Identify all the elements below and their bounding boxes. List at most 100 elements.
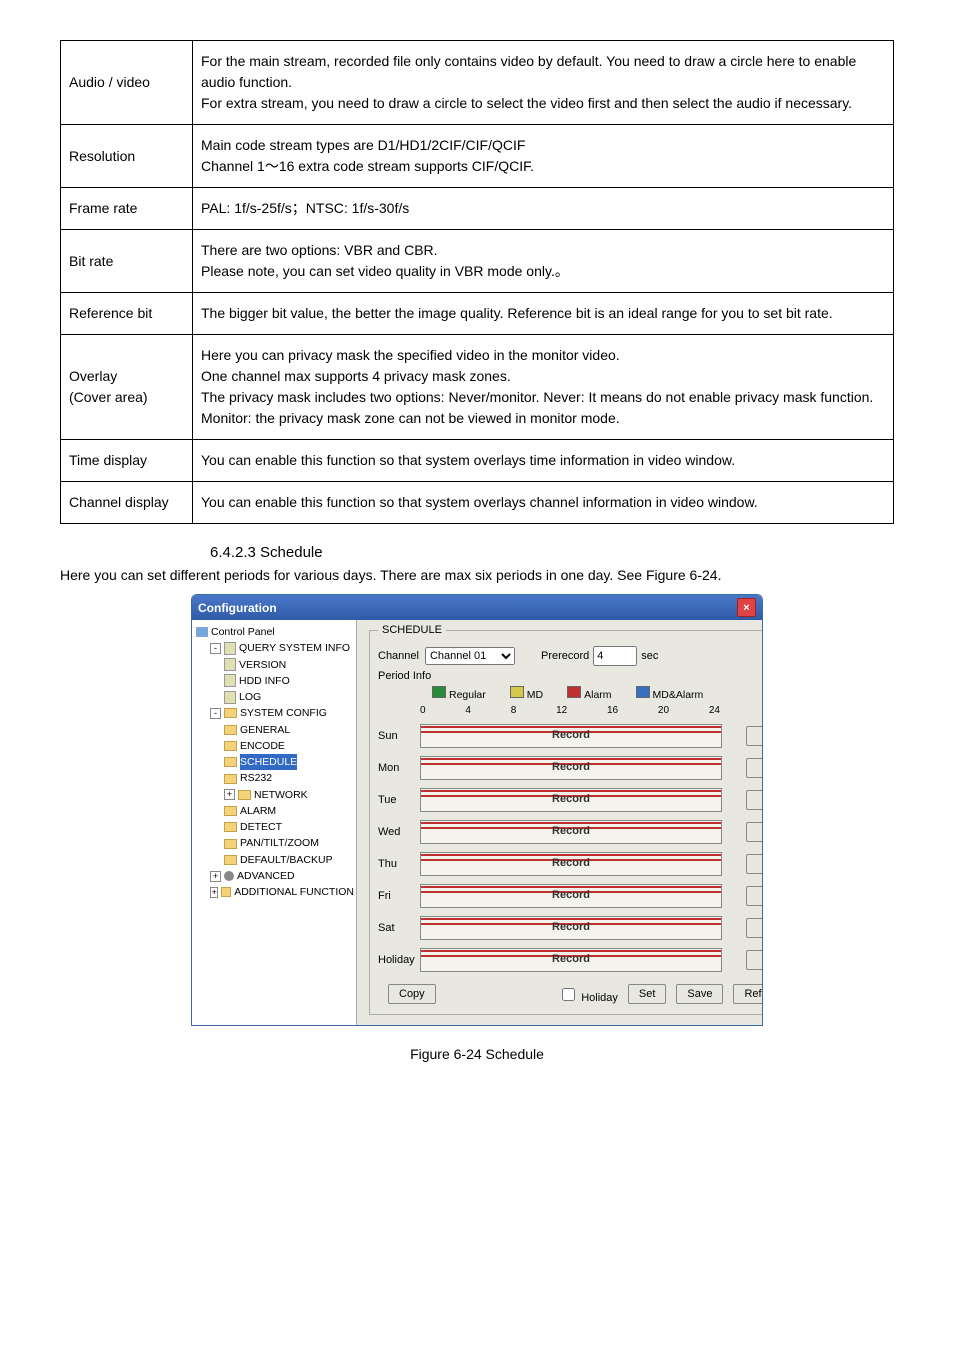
set-button[interactable]: Set: [746, 758, 763, 778]
tree-item-schedule[interactable]: SCHEDULE: [196, 754, 354, 770]
tree-item[interactable]: ALARM: [196, 803, 354, 819]
folder-icon: [224, 708, 237, 718]
day-label: Holiday: [378, 954, 420, 966]
copy-button[interactable]: Copy: [388, 984, 436, 1004]
prerecord-unit: sec: [641, 650, 658, 662]
day-timeline[interactable]: Record: [420, 948, 722, 972]
md-swatch-icon: [510, 686, 524, 698]
set-button[interactable]: Set: [746, 918, 763, 938]
row-label: Reference bit: [61, 293, 193, 335]
day-row: FriRecordSet: [378, 884, 763, 908]
alarm-swatch-icon: [567, 686, 581, 698]
channel-label: Channel: [378, 650, 419, 662]
folder-icon: [224, 839, 237, 849]
day-row: SunRecord Set: [378, 724, 763, 748]
tree-group-additional[interactable]: +ADDITIONAL FUNCTION: [196, 884, 354, 900]
page-icon: [224, 674, 236, 687]
set-button[interactable]: Set: [746, 950, 763, 970]
folder-icon: [221, 887, 231, 897]
day-timeline[interactable]: Record: [420, 788, 722, 812]
set-button[interactable]: Set: [746, 790, 763, 810]
day-timeline[interactable]: Record: [420, 852, 722, 876]
bar-label: Record: [421, 761, 721, 773]
day-label: Sun: [378, 730, 420, 742]
folder-icon: [224, 725, 237, 735]
folder-icon: [224, 741, 237, 751]
tree-item[interactable]: VERSION: [196, 657, 354, 673]
row-content: There are two options: VBR and CBR. Plea…: [193, 230, 894, 293]
tree-root[interactable]: Control Panel: [196, 624, 354, 640]
folder-icon: [224, 757, 237, 767]
tree-item[interactable]: DETECT: [196, 819, 354, 835]
page-icon: [224, 691, 236, 704]
page-icon: [224, 642, 236, 655]
row-label: Audio / video: [61, 41, 193, 125]
tree-item[interactable]: RS232: [196, 770, 354, 786]
row-content: PAL: 1f/s-25f/s；NTSC: 1f/s-30f/s: [193, 188, 894, 230]
day-timeline[interactable]: Record: [420, 884, 722, 908]
set-button[interactable]: Set: [746, 726, 763, 746]
bar-label: Record: [421, 953, 721, 965]
record-type-legend: Regular MD Alarm MD&Alarm: [432, 686, 763, 701]
holiday-checkbox[interactable]: [562, 988, 575, 1001]
tree-item[interactable]: LOG: [196, 689, 354, 705]
figure-caption: Figure 6-24 Schedule: [60, 1046, 894, 1062]
day-label: Sat: [378, 922, 420, 934]
collapse-icon[interactable]: -: [210, 708, 221, 719]
day-timeline[interactable]: Record: [420, 756, 722, 780]
bar-label: Record: [421, 889, 721, 901]
expand-icon[interactable]: +: [210, 887, 218, 898]
config-window: Configuration × Control Panel -QUERY SYS…: [191, 594, 763, 1026]
tree-group-advanced[interactable]: +ADVANCED: [196, 868, 354, 884]
tree-group-query[interactable]: -QUERY SYSTEM INFO: [196, 640, 354, 656]
day-timeline[interactable]: Record: [420, 916, 722, 940]
save-button[interactable]: Save: [676, 984, 723, 1004]
section-heading: 6.4.2.3 Schedule: [210, 544, 894, 561]
day-row: SatRecord Set: [378, 916, 763, 940]
mdalarm-swatch-icon: [636, 686, 650, 698]
nav-tree[interactable]: Control Panel -QUERY SYSTEM INFO VERSION…: [192, 620, 357, 1025]
window-title: Configuration: [198, 601, 277, 615]
tree-item[interactable]: ENCODE: [196, 738, 354, 754]
row-label: Overlay (Cover area): [61, 335, 193, 440]
body-text: Here you can set different periods for v…: [60, 565, 894, 586]
bar-label: Record: [421, 857, 721, 869]
row-label: Channel display: [61, 482, 193, 524]
row-content: You can enable this function so that sys…: [193, 482, 894, 524]
collapse-icon[interactable]: -: [210, 643, 221, 654]
channel-select[interactable]: Channel 01: [425, 647, 515, 665]
expand-icon[interactable]: +: [224, 789, 235, 800]
day-timeline[interactable]: Record: [420, 820, 722, 844]
set-button[interactable]: Set: [746, 854, 763, 874]
row-label: Frame rate: [61, 188, 193, 230]
set-button[interactable]: Set: [746, 822, 763, 842]
close-button[interactable]: ×: [737, 598, 756, 617]
tree-item[interactable]: GENERAL: [196, 722, 354, 738]
day-label: Thu: [378, 858, 420, 870]
row-content: For the main stream, recorded file only …: [193, 41, 894, 125]
tree-item[interactable]: HDD INFO: [196, 673, 354, 689]
set-button[interactable]: Set: [746, 886, 763, 906]
tree-item[interactable]: DEFAULT/BACKUP: [196, 852, 354, 868]
row-label: Bit rate: [61, 230, 193, 293]
time-axis: 04812162024: [420, 705, 720, 716]
refresh-button[interactable]: Refresh: [733, 984, 763, 1004]
row-content: Here you can privacy mask the specified …: [193, 335, 894, 440]
set-button-bottom[interactable]: Set: [628, 984, 667, 1004]
tree-item[interactable]: PAN/TILT/ZOOM: [196, 835, 354, 851]
expand-icon[interactable]: +: [210, 871, 221, 882]
day-row: MonRecord Set: [378, 756, 763, 780]
day-timeline[interactable]: Record: [420, 724, 722, 748]
holiday-checkbox-label[interactable]: Holiday: [558, 985, 618, 1004]
tree-group-system[interactable]: -SYSTEM CONFIG: [196, 705, 354, 721]
schedule-panel: SCHEDULE Channel Channel 01 Prerecord se…: [357, 620, 763, 1025]
control-panel-icon: [196, 627, 208, 637]
folder-icon: [224, 822, 237, 832]
row-content: You can enable this function so that sys…: [193, 440, 894, 482]
bar-label: Record: [421, 825, 721, 837]
day-label: Mon: [378, 762, 420, 774]
regular-swatch-icon: [432, 686, 446, 698]
folder-icon: [238, 790, 251, 800]
prerecord-input[interactable]: [593, 646, 637, 666]
tree-item[interactable]: +NETWORK: [196, 787, 354, 803]
